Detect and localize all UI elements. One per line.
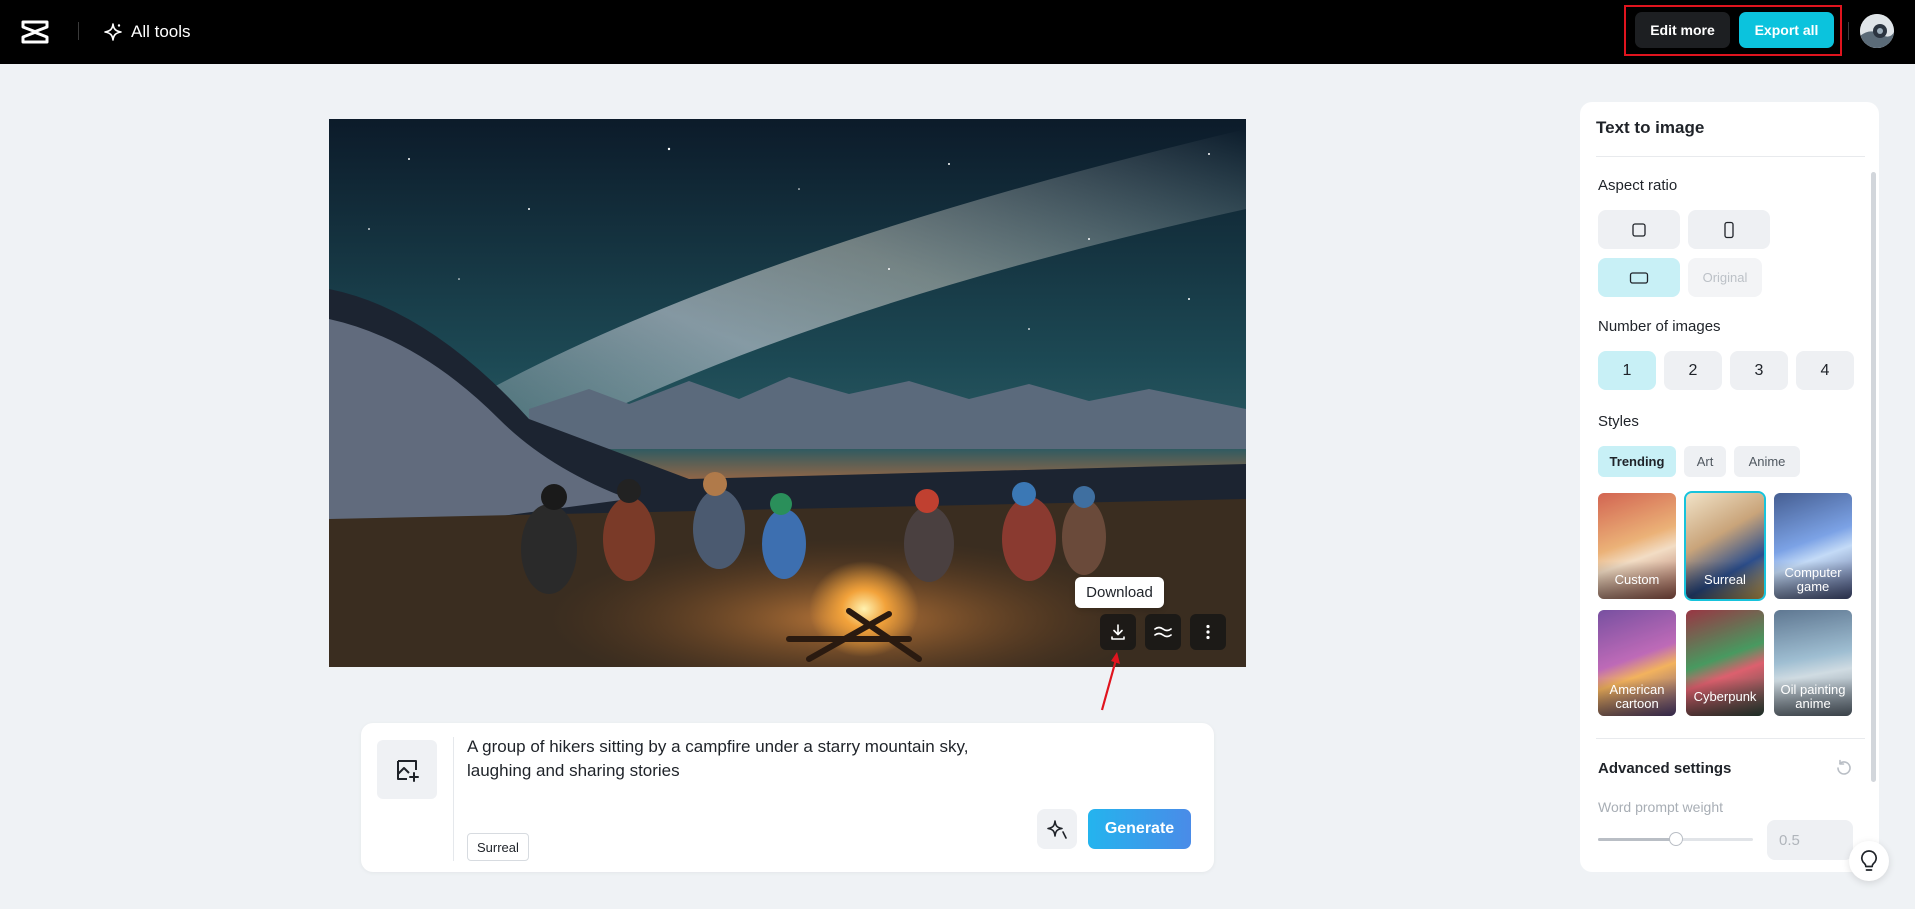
lightbulb-icon [1860,850,1878,871]
style-card-american-cartoon[interactable]: American cartoon [1598,610,1676,716]
all-tools-button[interactable]: All tools [103,19,191,45]
aspect-portrait-option[interactable] [1688,210,1770,249]
aspect-ratio-label: Aspect ratio [1598,177,1678,194]
variation-icon [1154,626,1172,638]
style-tab-trending[interactable]: Trending [1598,446,1676,477]
style-card-custom[interactable]: Custom [1598,493,1676,599]
number-of-images-label: Number of images [1598,318,1721,335]
download-icon [1111,624,1125,640]
word-prompt-weight-label: Word prompt weight [1598,799,1724,815]
num-images-3[interactable]: 3 [1730,351,1788,390]
portrait-ratio-icon [1724,221,1734,238]
style-tag[interactable]: Surreal [467,833,529,861]
divider [1596,156,1865,157]
sparkle-icon [104,23,122,41]
style-tab-art[interactable]: Art [1684,446,1726,477]
annotation-arrow [1100,652,1120,711]
style-tab-anime[interactable]: Anime [1734,446,1800,477]
top-bar: All tools Edit more Export all [0,0,1915,64]
style-card-label: Oil painting anime [1774,678,1852,716]
avatar-image [1860,14,1894,48]
more-button[interactable] [1190,614,1226,650]
divider [453,737,454,861]
num-images-1[interactable]: 1 [1598,351,1656,390]
slider-fill [1598,838,1676,841]
style-card-cyberpunk[interactable]: Cyberpunk [1686,610,1764,716]
style-card-label: Computer game [1774,561,1852,599]
edit-more-button[interactable]: Edit more [1635,12,1730,48]
divider [78,22,79,40]
generate-button[interactable]: Generate [1088,809,1191,849]
export-all-button[interactable]: Export all [1739,12,1834,48]
panel-scrollbar[interactable] [1871,172,1876,782]
divider [1596,738,1865,739]
avatar[interactable] [1860,14,1894,48]
reset-icon[interactable] [1834,758,1854,778]
capcut-logo-icon[interactable] [20,18,50,46]
download-button[interactable] [1100,614,1136,650]
add-reference-image-button[interactable] [377,740,437,799]
style-card-surreal[interactable]: Surreal [1684,491,1766,601]
style-card-computer-game[interactable]: Computer game [1774,493,1852,599]
num-images-2[interactable]: 2 [1664,351,1722,390]
square-ratio-icon [1632,222,1646,237]
download-tooltip: Download [1075,577,1164,608]
style-card-oil-painting-anime[interactable]: Oil painting anime [1774,610,1852,716]
aspect-square-option[interactable] [1598,210,1680,249]
advanced-settings-label: Advanced settings [1598,760,1732,777]
slider-handle[interactable] [1668,832,1683,846]
divider [1848,22,1849,40]
style-card-label: Custom [1598,561,1676,599]
all-tools-label: All tools [131,22,191,41]
help-button[interactable] [1849,841,1889,881]
enhance-prompt-button[interactable] [1037,809,1077,849]
styles-label: Styles [1598,413,1639,430]
style-card-label: Cyberpunk [1686,678,1764,716]
prompt-input[interactable]: A group of hikers sitting by a campfire … [467,735,1027,783]
image-add-icon [397,759,419,782]
word-prompt-weight-slider[interactable] [1598,832,1753,846]
prompt-box: A group of hikers sitting by a campfire … [361,723,1214,872]
magic-sparkle-icon [1047,820,1067,839]
variation-button[interactable] [1145,614,1181,650]
style-card-label: Surreal [1686,561,1764,599]
panel-title: Text to image [1596,118,1705,137]
aspect-landscape-option[interactable] [1598,258,1680,297]
style-card-label: American cartoon [1598,678,1676,716]
word-prompt-weight-input[interactable] [1767,820,1853,860]
settings-panel: Text to image Aspect ratio Original Numb… [1580,102,1879,872]
more-icon [1206,624,1210,640]
landscape-ratio-icon [1629,271,1649,284]
num-images-4[interactable]: 4 [1796,351,1854,390]
aspect-original-option: Original [1688,258,1762,297]
